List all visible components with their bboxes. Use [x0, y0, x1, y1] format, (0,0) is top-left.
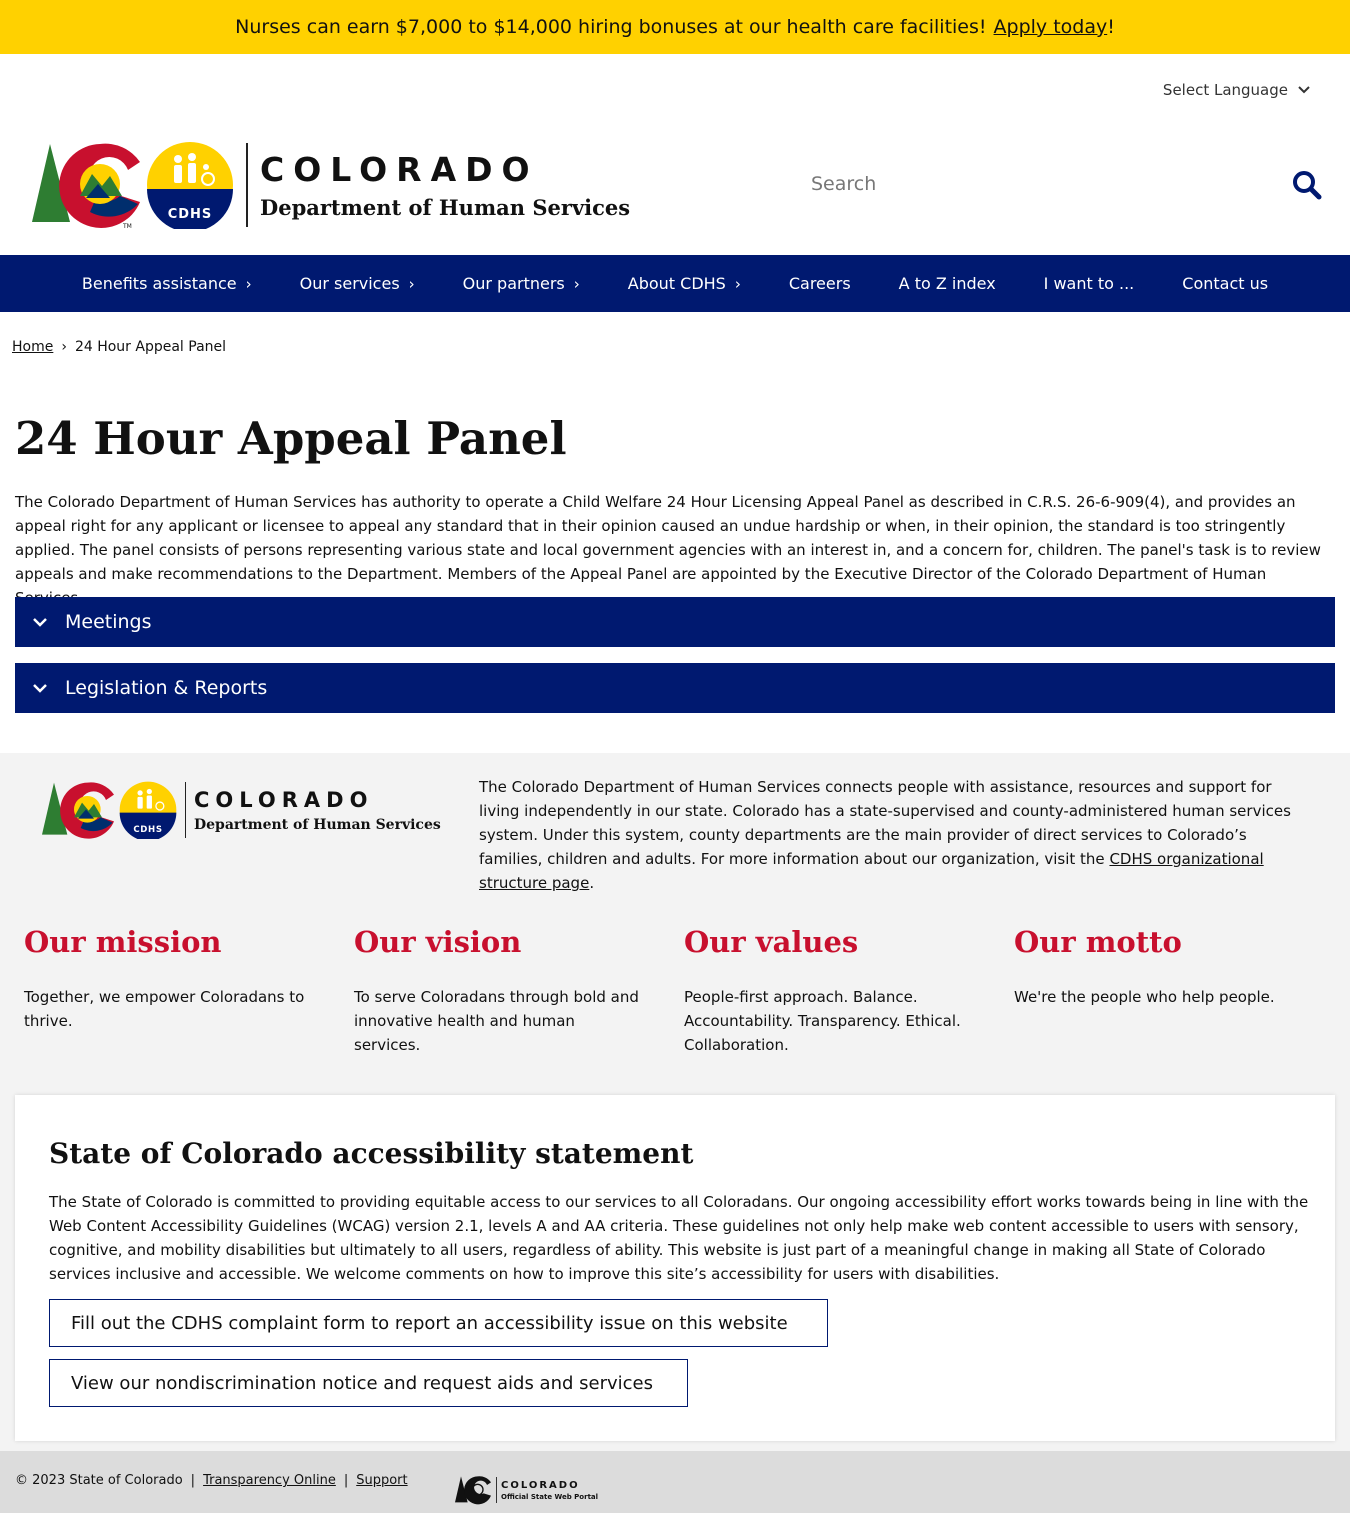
- logo-state-name: COLORADO: [260, 150, 539, 189]
- nav-item-contact-us[interactable]: Contact us: [1158, 255, 1292, 312]
- vision-heading: Our vision: [354, 925, 522, 959]
- colorado-c-logo-icon: [42, 782, 114, 839]
- language-select[interactable]: Select Language: [1163, 81, 1310, 99]
- vision-text: To serve Coloradans through bold and inn…: [354, 988, 639, 1054]
- chevron-right-icon: ›: [734, 274, 741, 293]
- footer-description: The Colorado Department of Human Service…: [479, 775, 1309, 895]
- site-logo[interactable]: TM CDHS COLORADO Department of Human Ser…: [30, 140, 630, 230]
- support-link[interactable]: Support: [356, 1473, 407, 1488]
- values-heading: Our values: [684, 925, 859, 959]
- mission-text: Together, we empower Coloradans to thriv…: [24, 988, 305, 1030]
- nav-item-label: Our partners: [462, 274, 565, 293]
- search-input[interactable]: [796, 158, 1276, 210]
- page-intro: The Colorado Department of Human Service…: [15, 493, 1321, 607]
- accordion-meetings[interactable]: Meetings: [15, 597, 1335, 647]
- portal-subtitle: Official State Web Portal: [501, 1492, 599, 1501]
- accessibility-text: The State of Colorado is committed to pr…: [49, 1193, 1309, 1283]
- nav-item-about-cdhs[interactable]: About CDHS ›: [604, 255, 765, 312]
- nav-item-label: About CDHS: [627, 274, 726, 293]
- nav-item-our-partners[interactable]: Our partners ›: [439, 255, 604, 312]
- main-navigation: Benefits assistance › Our services › Our p…: [0, 255, 1350, 312]
- search-icon[interactable]: [1292, 170, 1322, 200]
- bottom-links: © 2023 State of Colorado | Transparency …: [15, 1473, 408, 1488]
- copyright-text: © 2023 State of Colorado: [15, 1473, 183, 1488]
- page-title: 24 Hour Appeal Panel: [15, 412, 567, 465]
- vision-column: Our vision To serve Coloradans through b…: [354, 925, 644, 1057]
- portal-divider: [496, 1477, 497, 1503]
- cdhs-badge-icon: CDHS: [147, 142, 233, 229]
- nav-item-a-to-z-index[interactable]: A to Z index: [875, 255, 1020, 312]
- nondiscrimination-notice-button[interactable]: View our nondiscrimination notice and re…: [49, 1359, 688, 1407]
- complaint-form-button[interactable]: Fill out the CDHS complaint form to repo…: [49, 1299, 828, 1347]
- values-text: People-first approach. Balance. Accounta…: [684, 988, 961, 1054]
- accordion-label: Legislation & Reports: [65, 677, 268, 699]
- logo-wordmark: COLORADO Department of Human Services: [260, 150, 630, 220]
- colorado-portal-logo[interactable]: COLORADO Official State Web Portal: [454, 1475, 598, 1505]
- accordion-legislation-reports[interactable]: Legislation & Reports: [15, 663, 1335, 713]
- footer-logo-wordmark: COLORADO Department of Human Services: [194, 788, 441, 833]
- apply-today-link[interactable]: Apply today: [994, 16, 1108, 38]
- breadcrumb: Home › 24 Hour Appeal Panel: [12, 339, 226, 355]
- nav-item-label: Contact us: [1182, 274, 1269, 293]
- nav-item-label: Careers: [788, 274, 851, 293]
- breadcrumb-current: 24 Hour Appeal Panel: [74, 339, 227, 355]
- chevron-down-icon: [1298, 83, 1310, 97]
- nav-item-our-services[interactable]: Our services ›: [276, 255, 439, 312]
- banner-suffix: !: [1107, 16, 1115, 38]
- accordion-label: Meetings: [65, 611, 152, 633]
- language-label: Select Language: [1162, 81, 1288, 99]
- announcement-banner: Nurses can earn $7,000 to $14,000 hiring…: [0, 0, 1350, 54]
- cdhs-badge-icon: CDHS: [119, 781, 177, 839]
- breadcrumb-separator: ›: [61, 339, 67, 355]
- nav-item-careers[interactable]: Careers: [765, 255, 875, 312]
- nav-item-label: A to Z index: [898, 274, 996, 293]
- chevron-right-icon: ›: [408, 274, 415, 293]
- chevron-right-icon: ›: [245, 274, 252, 293]
- search-bar: [796, 158, 1336, 210]
- nav-item-i-want-to[interactable]: I want to ...: [1020, 255, 1159, 312]
- colorado-c-logo-icon: TM: [32, 143, 141, 230]
- motto-text: We're the people who help people.: [1014, 988, 1275, 1006]
- footer-logo[interactable]: CDHS COLORADO Department of Human Servic…: [40, 780, 441, 840]
- accessibility-heading: State of Colorado accessibility statemen…: [49, 1137, 694, 1170]
- banner-text: Nurses can earn $7,000 to $14,000 hiring…: [235, 16, 987, 38]
- nav-item-label: I want to ...: [1043, 274, 1135, 293]
- footer-description-end: .: [589, 874, 595, 892]
- logo-trademark: TM: [122, 223, 132, 230]
- values-column: Our values People-first approach. Balanc…: [684, 925, 974, 1057]
- transparency-online-link[interactable]: Transparency Online: [203, 1473, 336, 1488]
- cdhs-badge-label: CDHS: [168, 207, 213, 222]
- cdhs-badge-label: CDHS: [133, 825, 162, 835]
- bottom-bar: © 2023 State of Colorado | Transparency …: [0, 1451, 1350, 1513]
- bottom-separator: |: [190, 1473, 196, 1488]
- logo-divider: [246, 143, 248, 227]
- chevron-right-icon: ›: [573, 274, 580, 293]
- colorado-c-mono-icon: [455, 1476, 491, 1505]
- logo-divider: [185, 782, 186, 838]
- breadcrumb-home-link[interactable]: Home: [12, 339, 53, 355]
- chevron-down-icon: [15, 683, 65, 693]
- motto-heading: Our motto: [1014, 925, 1182, 959]
- logo-department-name: Department of Human Services: [260, 195, 631, 220]
- footer-logo-state-name: COLORADO: [194, 787, 374, 812]
- accessibility-statement-card: State of Colorado accessibility statemen…: [15, 1095, 1335, 1441]
- motto-column: Our motto We're the people who help peop…: [1014, 925, 1304, 1009]
- nav-item-label: Benefits assistance: [81, 274, 237, 293]
- mission-column: Our mission Together, we empower Colorad…: [24, 925, 314, 1033]
- chevron-down-icon: [15, 617, 65, 627]
- portal-wordmark: COLORADO Official State Web Portal: [501, 1480, 598, 1501]
- nav-item-label: Our services: [299, 274, 400, 293]
- mission-heading: Our mission: [24, 925, 222, 959]
- footer-logo-department-name: Department of Human Services: [194, 816, 441, 833]
- portal-title: COLORADO: [501, 1479, 580, 1491]
- bottom-separator: |: [343, 1473, 349, 1488]
- nav-item-benefits-assistance[interactable]: Benefits assistance ›: [58, 255, 276, 312]
